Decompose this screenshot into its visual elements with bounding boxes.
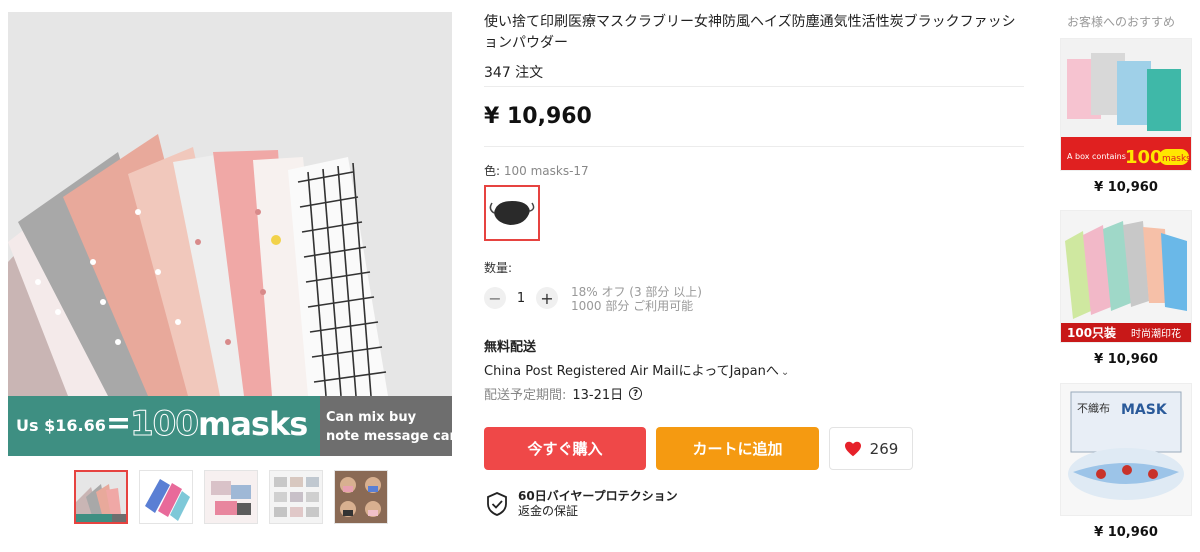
thumb-models-image: [335, 471, 387, 523]
banner-mix-text: Can mix buy: [326, 410, 417, 425]
buyer-protection: 60日バイヤープロテクション 返金の保証: [486, 489, 678, 519]
recommendation-item[interactable]: 不織布 MASK ¥ 10,960: [1060, 383, 1192, 540]
delivery-estimate: 配送予定期間: 13-21日 ?: [484, 384, 643, 403]
chevron-down-icon: ⌄: [780, 367, 790, 378]
shipping-method-text: China Post Registered Air MailによってJapanへ: [484, 364, 779, 379]
black-mask-swatch-image: [486, 187, 538, 239]
color-value: 100 masks-17: [503, 164, 589, 178]
recommendation-price: ¥ 10,960: [1094, 525, 1158, 540]
fanned-masks-illustration: [8, 12, 452, 396]
buy-now-button[interactable]: 今すぐ購入: [484, 427, 646, 470]
color-swatch-selected[interactable]: [484, 185, 540, 241]
stock-note: 1000 部分 ご利用可能: [571, 299, 694, 313]
banner-equals: =: [106, 406, 132, 441]
wishlist-count: 269: [869, 439, 899, 458]
color-label: 色:: [484, 164, 501, 178]
recommendations-title: お客様へのおすすめ: [1067, 15, 1176, 29]
pastel-masks-image: 100只装 时尚潮印花: [1061, 211, 1191, 342]
delivery-value: 13-21日: [572, 388, 624, 403]
divider-price: [484, 146, 1024, 147]
recommendation-price: ¥ 10,960: [1094, 180, 1158, 195]
shipping-method-selector[interactable]: China Post Registered Air MailによってJapanへ…: [484, 360, 789, 379]
recommendation-image: 100只装 时尚潮印花: [1060, 210, 1192, 343]
thumb-mixed-patterns-image: [76, 472, 126, 522]
recommendation-item[interactable]: 100只装 时尚潮印花 ¥ 10,960: [1060, 210, 1192, 367]
thumb-pink-masks[interactable]: [204, 470, 258, 524]
add-to-cart-button[interactable]: カートに追加: [656, 427, 819, 470]
quantity-stepper: − 1 +: [484, 287, 558, 309]
quantity-value[interactable]: 1: [506, 291, 536, 306]
banner-left: Us $16.66 = 100masks: [8, 396, 320, 456]
heart-icon: [844, 441, 861, 456]
quantity-notes: 18% オフ (3 部分 以上) 1000 部分 ご利用可能: [571, 285, 702, 313]
banner-count-unit: masks: [197, 405, 308, 443]
banner-price: Us $16.66: [16, 416, 106, 435]
recommendation-image: A box contains 100 masks: [1060, 38, 1192, 171]
product-price: ¥ 10,960: [484, 104, 592, 129]
rec2-badge-sub: 时尚潮印花: [1131, 327, 1181, 340]
quantity-decrease-button[interactable]: −: [484, 287, 506, 309]
divider-top: [484, 86, 1024, 87]
thumb-mixed-patterns[interactable]: [74, 470, 128, 524]
thumb-floral-masks-image: [140, 471, 192, 523]
thumb-pink-masks-image: [205, 471, 257, 523]
thumb-floral-masks[interactable]: [139, 470, 193, 524]
shield-check-icon: [487, 492, 507, 516]
quantity-label: 数量:: [484, 261, 513, 275]
mask-box-image: 不織布 MASK: [1061, 384, 1191, 515]
thumb-models[interactable]: [334, 470, 388, 524]
product-info: 使い捨て印刷医療マスクラブリー女神防風ヘイズ防塵通気性活性炭ブラックファッション…: [484, 12, 1024, 82]
rec1-badge-unit: masks: [1162, 154, 1191, 164]
discount-note: 18% オフ (3 部分 以上): [571, 285, 702, 299]
thumb-grid-masks-image: [270, 471, 322, 523]
rec3-label-brand: MASK: [1121, 402, 1168, 418]
mask-boxes-image: A box contains 100 masks: [1061, 39, 1191, 170]
shipping-title: 無料配送: [484, 340, 537, 355]
delivery-label: 配送予定期間:: [484, 388, 567, 403]
product-title: 使い捨て印刷医療マスクラブリー女神防風ヘイズ防塵通気性活性炭ブラックファッション…: [484, 14, 1016, 51]
rec3-label-top: 不織布: [1077, 402, 1110, 415]
recommendation-image: 不織布 MASK: [1060, 383, 1192, 516]
thumb-grid-masks[interactable]: [269, 470, 323, 524]
banner-count: 100masks: [130, 404, 309, 445]
banner-count-number: 100: [130, 404, 200, 445]
color-selector-label: 色: 100 masks-17: [484, 162, 589, 179]
banner-right: Can mix buy note message can be: [320, 396, 452, 456]
thumbnail-strip: [74, 470, 388, 524]
recommendation-price: ¥ 10,960: [1094, 352, 1158, 367]
order-count: 347 注文: [484, 65, 544, 81]
rec1-badge-text: A box contains: [1067, 152, 1126, 161]
promo-banner: Us $16.66 = 100masks Can mix buy note me…: [8, 396, 452, 456]
recommendation-item[interactable]: A box contains 100 masks ¥ 10,960: [1060, 38, 1192, 195]
banner-note-text: note message can be: [326, 429, 452, 444]
rec2-badge-text: 100只装: [1067, 325, 1116, 340]
main-product-image[interactable]: Us $16.66 = 100masks Can mix buy note me…: [8, 12, 452, 456]
help-icon[interactable]: ?: [629, 387, 643, 400]
rec1-badge-count: 100: [1125, 147, 1163, 168]
protection-title: 60日バイヤープロテクション: [518, 489, 678, 503]
quantity-increase-button[interactable]: +: [536, 287, 558, 309]
protection-subtitle: 返金の保証: [518, 504, 579, 518]
wishlist-button[interactable]: 269: [829, 427, 913, 470]
